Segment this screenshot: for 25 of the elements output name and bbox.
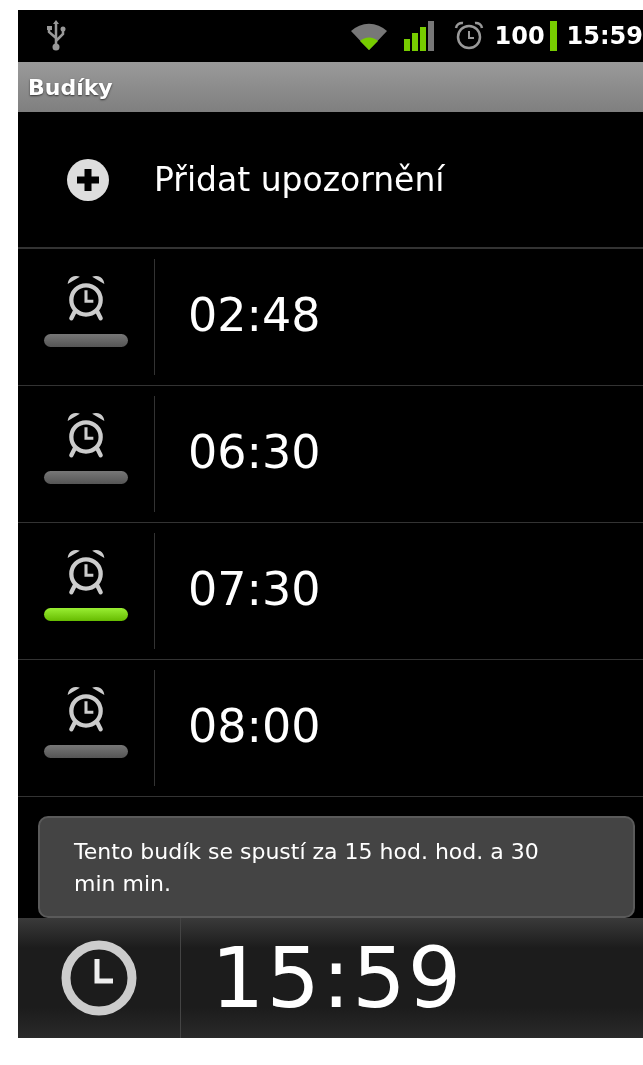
window-title: Budíky xyxy=(28,74,113,100)
alarm-clock-icon xyxy=(454,21,485,51)
alarm-time: 07:30 xyxy=(188,562,321,616)
add-icon xyxy=(66,157,110,202)
alarm-time: 06:30 xyxy=(188,425,321,479)
status-time: 15:59 xyxy=(566,22,643,50)
alarm-item[interactable]: 02:48 xyxy=(18,249,643,386)
wifi-icon xyxy=(350,21,389,51)
current-time: 15:59 xyxy=(211,929,464,1027)
alarm-item[interactable]: 06:30 xyxy=(18,386,643,523)
clock-icon xyxy=(61,940,137,1016)
add-alarm-item[interactable]: Přidat upozornění xyxy=(18,112,643,249)
battery-icon xyxy=(549,21,557,51)
signal-icon xyxy=(404,21,437,51)
alarm-toggle[interactable] xyxy=(44,334,128,347)
toast-message: Tento budík se spustí za 15 hod. hod. a 30 min min. xyxy=(38,816,635,918)
alarm-toggle[interactable] xyxy=(44,471,128,484)
alarm-toggle[interactable] xyxy=(44,608,128,621)
alarm-item[interactable]: 07:30 xyxy=(18,523,643,660)
usb-icon xyxy=(46,20,66,52)
battery-level: 100 xyxy=(494,22,545,50)
alarm-time: 02:48 xyxy=(188,288,321,342)
alarm-time: 08:00 xyxy=(188,699,321,753)
alarm-item[interactable]: 08:00 xyxy=(18,660,643,797)
alarm-toggle[interactable] xyxy=(44,745,128,758)
